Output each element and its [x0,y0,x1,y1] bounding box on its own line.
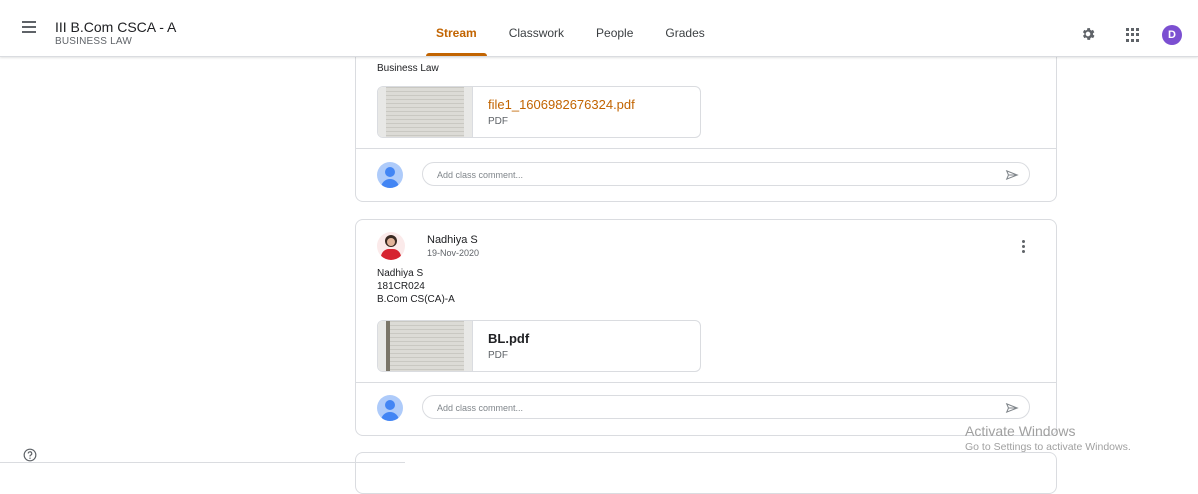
post-text-line: B.Com CS(CA)-A [377,294,455,305]
apps-icon[interactable] [1126,28,1140,42]
class-subtitle: BUSINESS LAW [55,36,133,47]
attachment-name[interactable]: file1_1606982676324.pdf [488,97,635,112]
tab-classwork[interactable]: Classwork [493,0,580,56]
windows-activation-watermark: Activate Windows Go to Settings to activ… [965,423,1131,453]
attachment-type: PDF [488,350,508,361]
attachment-card[interactable]: BL.pdf PDF [377,320,701,372]
send-icon[interactable] [1005,168,1019,182]
top-app-bar: III B.Com CSCA - A BUSINESS LAW Stream C… [0,0,1198,57]
tab-stream[interactable]: Stream [420,0,493,56]
tab-bar: Stream Classwork People Grades [420,0,721,56]
watermark-title: Activate Windows [965,423,1076,439]
more-options-icon[interactable] [1022,240,1026,254]
account-avatar[interactable]: D [1162,25,1182,45]
tab-grades[interactable]: Grades [649,0,720,56]
author-avatar[interactable] [377,232,405,260]
class-comment-input[interactable]: Add class comment... [422,395,1030,419]
divider [356,148,1056,149]
stream-post-card: Business Law file1_1606982676324.pdf PDF… [355,40,1057,202]
post-date: 19-Nov-2020 [427,248,480,258]
author-name: Nadhiya S [427,234,478,246]
attachment-thumbnail [378,87,473,137]
divider [0,462,405,463]
user-avatar-icon [377,162,403,188]
attachment-name[interactable]: BL.pdf [488,331,529,346]
user-avatar-icon [377,395,403,421]
watermark-subtitle: Go to Settings to activate Windows. [965,441,1131,453]
menu-icon[interactable] [22,21,40,35]
comment-placeholder: Add class comment... [437,403,524,413]
comment-placeholder: Add class comment... [437,170,524,180]
send-icon[interactable] [1005,401,1019,415]
post-text-line: 181CR024 [377,281,425,292]
class-comment-input[interactable]: Add class comment... [422,162,1030,186]
attachment-type: PDF [488,116,508,127]
help-icon[interactable] [23,448,37,462]
post-text: Business Law [377,63,439,74]
class-title[interactable]: III B.Com CSCA - A [55,19,176,35]
stream-post-card [355,452,1057,494]
attachment-thumbnail [378,321,473,371]
gear-icon[interactable] [1080,26,1096,42]
stream-post-card: Nadhiya S 19-Nov-2020 Nadhiya S 181CR024… [355,219,1057,436]
tab-people[interactable]: People [580,0,649,56]
divider [356,382,1056,383]
post-text-line: Nadhiya S [377,268,424,279]
attachment-card[interactable]: file1_1606982676324.pdf PDF [377,86,701,138]
